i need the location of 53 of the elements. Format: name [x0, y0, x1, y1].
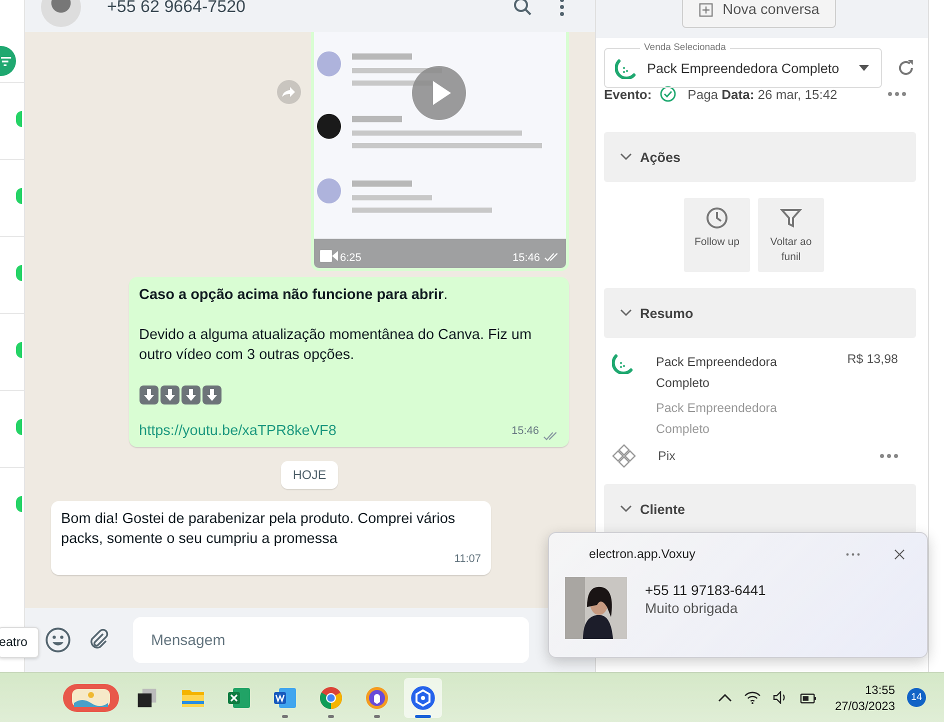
voxuy-taskbar-icon[interactable]	[404, 678, 442, 718]
battery-icon[interactable]	[800, 692, 817, 704]
clock-icon	[706, 207, 728, 229]
clock[interactable]: 13:55 27/03/2023	[834, 682, 895, 714]
action-button[interactable]: Voltar ao funil	[758, 198, 824, 272]
notification-toast[interactable]: electron.app.Voxuy +55 11 97183-6441 Muito obrigada	[548, 532, 928, 658]
event-details: Paga Data: 26 mar, 15:42	[688, 86, 838, 102]
pix-icon	[612, 444, 636, 468]
new-chat-button[interactable]: Nova conversa	[682, 0, 836, 28]
speaker-icon[interactable]	[772, 691, 788, 704]
sale-select[interactable]: Venda Selecionada Pack Empreendedora Completo	[604, 41, 882, 88]
message-time: 15:46	[512, 252, 540, 264]
section-header[interactable]: Resumo	[604, 288, 916, 338]
payment-method: Pix	[658, 449, 676, 463]
action-button[interactable]: Follow up	[684, 198, 750, 272]
notification-app-name: electron.app.Voxuy	[589, 547, 696, 561]
plus-square-icon	[698, 3, 713, 17]
video-camera-icon	[320, 250, 338, 262]
product-description: Pack Empreendedora Completo	[656, 400, 778, 438]
product-icon	[615, 57, 637, 79]
filter-icon	[1, 56, 12, 66]
check-circle-icon	[660, 86, 676, 102]
play-icon[interactable]	[412, 66, 466, 120]
refresh-icon[interactable]	[896, 58, 916, 78]
event-label: Evento:	[604, 86, 652, 102]
chevron-up-icon[interactable]	[718, 694, 732, 702]
message-time: 15:46	[511, 424, 539, 439]
dropdown-caret-icon	[859, 65, 870, 71]
product-price: R$ 13,98	[847, 352, 898, 366]
product-icon	[612, 352, 634, 374]
more-icon[interactable]	[846, 552, 860, 556]
more-icon[interactable]	[559, 0, 565, 17]
video-duration: 6:25	[340, 252, 362, 264]
funnel-icon	[780, 207, 802, 229]
filter-button[interactable]	[0, 46, 16, 76]
section-header[interactable]: Ações	[604, 132, 916, 182]
notification-badge[interactable]: 14	[907, 688, 926, 707]
notification-title: +55 11 97183-6441	[645, 582, 766, 598]
message-text: Bom dia! Gostei de parabenizar pela produto. Comprei vários packs, somente o seu cumpriu a promessa	[61, 510, 456, 549]
message-text: Caso a opção acima não funcione para abrir.	[139, 286, 449, 305]
message-field[interactable]: Mensagem	[133, 617, 529, 663]
more-icon[interactable]	[888, 92, 906, 96]
notification-message: Muito obrigada	[645, 600, 739, 616]
more-icon[interactable]	[880, 454, 898, 458]
contact-phone: +55 62 9664-7520	[107, 0, 246, 17]
close-icon[interactable]	[894, 548, 905, 560]
message-text: Devido a alguma atualização momentânea do Canva. Fiz um outro vídeo com 3 outras opções.	[139, 326, 533, 365]
section-header[interactable]: Cliente	[604, 484, 916, 534]
search-icon[interactable]	[513, 0, 533, 17]
emoji-icon[interactable]	[45, 627, 71, 653]
product-name: Pack Empreendedora Completo	[656, 354, 778, 392]
wifi-icon[interactable]	[744, 691, 761, 704]
message-time: 11:07	[454, 552, 481, 567]
